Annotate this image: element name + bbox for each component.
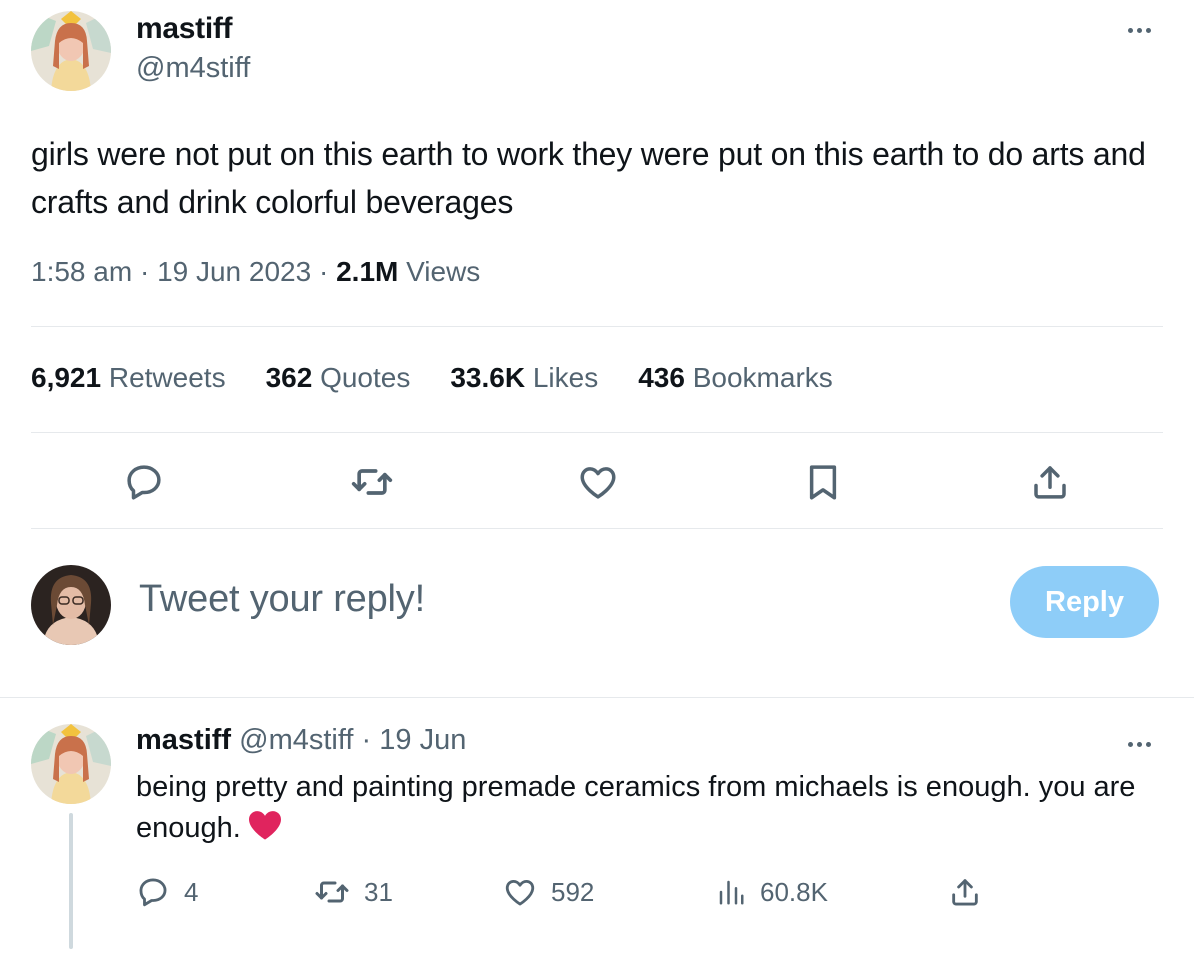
more-icon[interactable] — [1128, 28, 1151, 33]
quotes-stat[interactable]: 362 Quotes — [266, 362, 411, 394]
likes-count: 33.6K — [450, 362, 526, 393]
tweet-stats: 6,921 Retweets 362 Quotes 33.6K Likes 43… — [31, 362, 833, 394]
reply-likes-count: 592 — [551, 876, 595, 907]
reply-input[interactable]: Tweet your reply! — [139, 578, 425, 621]
retweets-stat[interactable]: 6,921 Retweets — [31, 362, 226, 394]
divider — [31, 432, 1163, 433]
reply-author-avatar[interactable] — [31, 724, 111, 804]
bookmark-action[interactable] — [799, 458, 847, 506]
retweets-count: 6,921 — [31, 362, 102, 393]
reply-like-action[interactable]: 592 — [503, 872, 594, 912]
divider — [0, 697, 1194, 698]
thread-line — [69, 813, 73, 949]
share-icon — [952, 879, 978, 906]
reply-icon — [139, 878, 167, 907]
retweets-label: Retweets — [108, 362, 226, 393]
author-handle[interactable]: @m4stiff — [136, 52, 250, 85]
reply-author-handle[interactable]: @m4stiff — [239, 724, 353, 756]
reply-reply-action[interactable]: 4 — [136, 872, 198, 912]
reply-header: mastiff @m4stiff · 19 Jun — [136, 724, 466, 757]
meta-separator: · — [311, 256, 337, 287]
user-avatar[interactable] — [31, 565, 111, 645]
likes-stat[interactable]: 33.6K Likes — [450, 362, 598, 394]
reply-button[interactable]: Reply — [1010, 566, 1159, 638]
divider — [31, 528, 1163, 529]
like-action[interactable] — [574, 458, 622, 506]
bookmarks-stat[interactable]: 436 Bookmarks — [638, 362, 833, 394]
bookmarks-count: 436 — [638, 362, 685, 393]
reply-retweets-count: 31 — [364, 876, 393, 907]
quotes-label: Quotes — [320, 362, 411, 393]
reply-retweet-action[interactable]: 31 — [314, 872, 393, 912]
divider — [31, 326, 1163, 327]
reply-separator: · — [353, 724, 380, 756]
reply-views-action[interactable]: 60.8K — [716, 872, 828, 912]
views-label: Views — [406, 256, 481, 287]
meta-separator: · — [132, 256, 158, 287]
quotes-count: 362 — [265, 362, 313, 393]
retweet-action[interactable] — [348, 458, 396, 506]
views-icon — [719, 880, 744, 905]
more-icon[interactable] — [1128, 742, 1151, 747]
reply-views-count: 60.8K — [760, 876, 828, 907]
reply-text: being pretty and painting premade cerami… — [136, 767, 1176, 853]
share-icon — [1034, 466, 1066, 499]
share-action[interactable] — [1026, 458, 1074, 506]
retweet-icon — [315, 881, 349, 903]
like-icon — [580, 467, 616, 499]
tweet-date[interactable]: 19 Jun 2023 — [157, 256, 311, 287]
like-icon — [505, 879, 535, 906]
tweet-meta: 1:58 am · 19 Jun 2023 · 2.1M Views — [31, 256, 480, 288]
retweet-icon — [351, 469, 393, 495]
reply-action[interactable] — [120, 458, 168, 506]
reply-share-action[interactable] — [948, 872, 982, 912]
reply-icon — [127, 465, 161, 500]
reply-author-name[interactable]: mastiff — [136, 724, 231, 756]
author-avatar[interactable] — [31, 11, 111, 91]
reply-date[interactable]: 19 Jun — [379, 724, 466, 756]
reply-body: being pretty and painting premade cerami… — [136, 771, 1136, 844]
author-name[interactable]: mastiff — [136, 12, 233, 46]
tweet-text: girls were not put on this earth to work… — [31, 136, 1146, 220]
bookmarks-label: Bookmarks — [692, 362, 833, 393]
bookmark-icon — [809, 465, 837, 500]
likes-label: Likes — [532, 362, 599, 393]
tweet-time[interactable]: 1:58 am — [31, 256, 132, 287]
heart-emoji-icon — [247, 809, 283, 853]
reply-replies-count: 4 — [184, 876, 199, 907]
views-count: 2.1M — [336, 256, 399, 287]
